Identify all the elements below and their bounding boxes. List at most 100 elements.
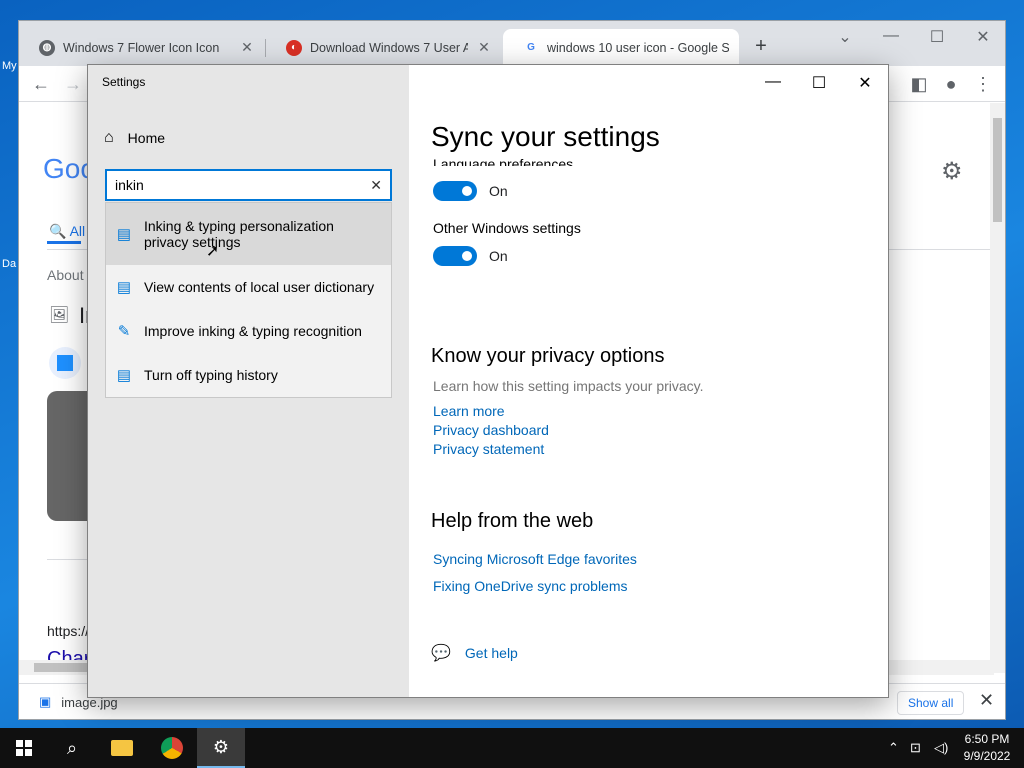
about-results: About xyxy=(47,267,84,283)
search-tab-all[interactable]: 🔍 All xyxy=(49,223,85,240)
tab-strip: ◍ Windows 7 Flower Icon Icon ✕ ◐ Downloa… xyxy=(19,21,1005,66)
tab-title: Download Windows 7 User Acco xyxy=(310,40,468,55)
help-link[interactable]: Syncing Microsoft Edge favorites xyxy=(433,551,637,567)
clear-search-icon[interactable]: ✕ xyxy=(370,177,382,194)
language-toggle[interactable] xyxy=(433,181,477,201)
settings-window: Settings ⌂ Home ✕ ▤ Inking & typing pers… xyxy=(87,64,889,698)
search-icon: ⌕ xyxy=(66,737,78,758)
folder-icon xyxy=(111,740,133,756)
toggle-state: On xyxy=(489,183,508,199)
help-heading: Help from the web xyxy=(431,510,594,532)
tab-search-icon[interactable]: ⌄ xyxy=(825,27,865,47)
start-button[interactable] xyxy=(0,728,48,768)
language-toggle-row: On xyxy=(433,181,508,201)
forward-icon[interactable]: → xyxy=(59,70,87,98)
chat-help-icon: 💬 xyxy=(431,645,451,662)
file-explorer-button[interactable] xyxy=(98,728,146,768)
settings-search-box[interactable]: ✕ xyxy=(105,169,392,201)
maximize-icon[interactable]: ☐ xyxy=(796,73,842,93)
profile-icon[interactable]: ● xyxy=(937,70,965,98)
close-tab-icon[interactable]: ✕ xyxy=(239,39,255,56)
close-download-bar-icon[interactable]: ✕ xyxy=(979,690,994,711)
learn-more-link[interactable]: Learn more xyxy=(433,403,505,419)
suggestion-label: Turn off typing history xyxy=(144,367,278,383)
minimize-icon[interactable]: — xyxy=(750,73,796,91)
privacy-dashboard-link[interactable]: Privacy dashboard xyxy=(433,422,549,438)
clipboard-icon: ▤ xyxy=(116,367,132,384)
chrome-button[interactable] xyxy=(148,728,196,768)
window-title: Settings xyxy=(102,75,146,89)
search-tab-all-label: All xyxy=(69,223,86,239)
tab-windows7-flower[interactable]: ◍ Windows 7 Flower Icon Icon ✕ xyxy=(19,29,265,66)
privacy-description: Learn how this setting impacts your priv… xyxy=(433,378,704,394)
suggestion-item[interactable]: ▤ Turn off typing history xyxy=(106,353,391,397)
result-url: https:// xyxy=(47,623,90,639)
clock-time: 6:50 PM xyxy=(964,732,1010,746)
clipboard-icon: ▤ xyxy=(116,226,132,243)
other-toggle-row: On xyxy=(433,246,508,266)
tab-title: windows 10 user icon - Google S xyxy=(547,40,729,55)
minimize-icon[interactable]: — xyxy=(871,27,911,45)
settings-nav-pane: Settings ⌂ Home ✕ ▤ Inking & typing pers… xyxy=(88,65,409,697)
clock-date: 9/9/2022 xyxy=(963,749,1011,763)
chevron-up-icon[interactable]: ⌃ xyxy=(888,740,899,756)
windows-logo-icon[interactable] xyxy=(49,347,81,379)
settings-button[interactable]: ⚙ xyxy=(197,728,245,768)
clipboard-icon: ▤ xyxy=(116,279,132,296)
suggestion-label: View contents of local user dictionary xyxy=(144,279,375,295)
back-icon[interactable]: ← xyxy=(27,70,55,98)
system-clock[interactable]: 6:50 PM 9/9/2022 xyxy=(958,731,1016,765)
toggle-state: On xyxy=(489,248,508,264)
tab-google-search[interactable]: G windows 10 user icon - Google S xyxy=(503,29,739,66)
help-link[interactable]: Fixing OneDrive sync problems xyxy=(433,578,628,594)
network-icon[interactable]: ⊡ xyxy=(910,740,921,756)
home-nav-item[interactable]: ⌂ Home xyxy=(104,129,165,147)
mouse-cursor-icon: ➚ xyxy=(206,243,220,260)
close-tab-icon[interactable]: ✕ xyxy=(476,39,492,56)
desktop-icon-label[interactable]: Da xyxy=(2,258,16,270)
chrome-icon xyxy=(161,737,183,759)
scroll-thumb[interactable] xyxy=(993,118,1002,222)
suggestion-item[interactable]: ✎ Improve inking & typing recognition xyxy=(106,309,391,353)
settings-gear-icon[interactable]: ⚙ xyxy=(941,157,963,186)
vertical-scrollbar[interactable] xyxy=(990,103,1005,673)
taskbar: ⌕ ⚙ ⌃ ⊡ ◁) 6:50 PM 9/9/2022 xyxy=(0,728,1024,768)
tab-download-windows7[interactable]: ◐ Download Windows 7 User Acco ✕ xyxy=(266,29,502,66)
language-preferences-label: Language preferences xyxy=(433,156,574,166)
maximize-icon[interactable]: ☐ xyxy=(917,27,957,47)
home-label: Home xyxy=(127,130,166,146)
menu-icon[interactable]: ⋮ xyxy=(969,70,997,98)
close-window-icon[interactable]: ✕ xyxy=(842,73,888,93)
other-settings-label: Other Windows settings xyxy=(433,220,581,236)
home-icon: ⌂ xyxy=(104,129,114,146)
suggestion-item[interactable]: ▤ Inking & typing personalization privac… xyxy=(106,203,391,265)
suggestion-label: Inking & typing personalization privacy … xyxy=(144,218,334,250)
get-help-label: Get help xyxy=(464,645,518,661)
close-window-icon[interactable]: ✕ xyxy=(963,27,1003,47)
show-all-button[interactable]: Show all xyxy=(897,691,965,715)
active-tab-underline xyxy=(47,241,81,244)
side-panel-icon[interactable]: ◧ xyxy=(905,70,933,98)
file-icon: ▣ xyxy=(39,694,52,709)
privacy-heading: Know your privacy options xyxy=(431,345,665,367)
site-favicon-icon: ◐ xyxy=(286,39,302,56)
volume-icon[interactable]: ◁) xyxy=(934,740,948,756)
image-icon: 🖼 xyxy=(49,307,70,324)
search-button[interactable]: ⌕ xyxy=(48,728,96,768)
suggestion-label: Improve inking & typing recognition xyxy=(144,323,362,339)
search-input[interactable] xyxy=(115,177,371,193)
privacy-statement-link[interactable]: Privacy statement xyxy=(433,441,544,457)
gear-icon: ⚙ xyxy=(212,736,230,757)
search-suggestions: ▤ Inking & typing personalization privac… xyxy=(105,202,392,398)
new-tab-button[interactable]: + xyxy=(749,35,773,58)
other-settings-toggle[interactable] xyxy=(433,246,477,266)
windows-start-icon xyxy=(16,740,32,756)
page-title: Sync your settings xyxy=(431,121,660,152)
google-icon: G xyxy=(527,42,535,53)
get-help-link[interactable]: 💬 Get help xyxy=(431,643,518,663)
globe-icon: ◍ xyxy=(39,39,55,56)
person-pen-icon: ✎ xyxy=(117,323,131,340)
desktop-icon-label[interactable]: My xyxy=(2,60,17,72)
suggestion-item[interactable]: ▤ View contents of local user dictionary xyxy=(106,265,391,309)
tab-title: Windows 7 Flower Icon Icon xyxy=(63,40,220,55)
